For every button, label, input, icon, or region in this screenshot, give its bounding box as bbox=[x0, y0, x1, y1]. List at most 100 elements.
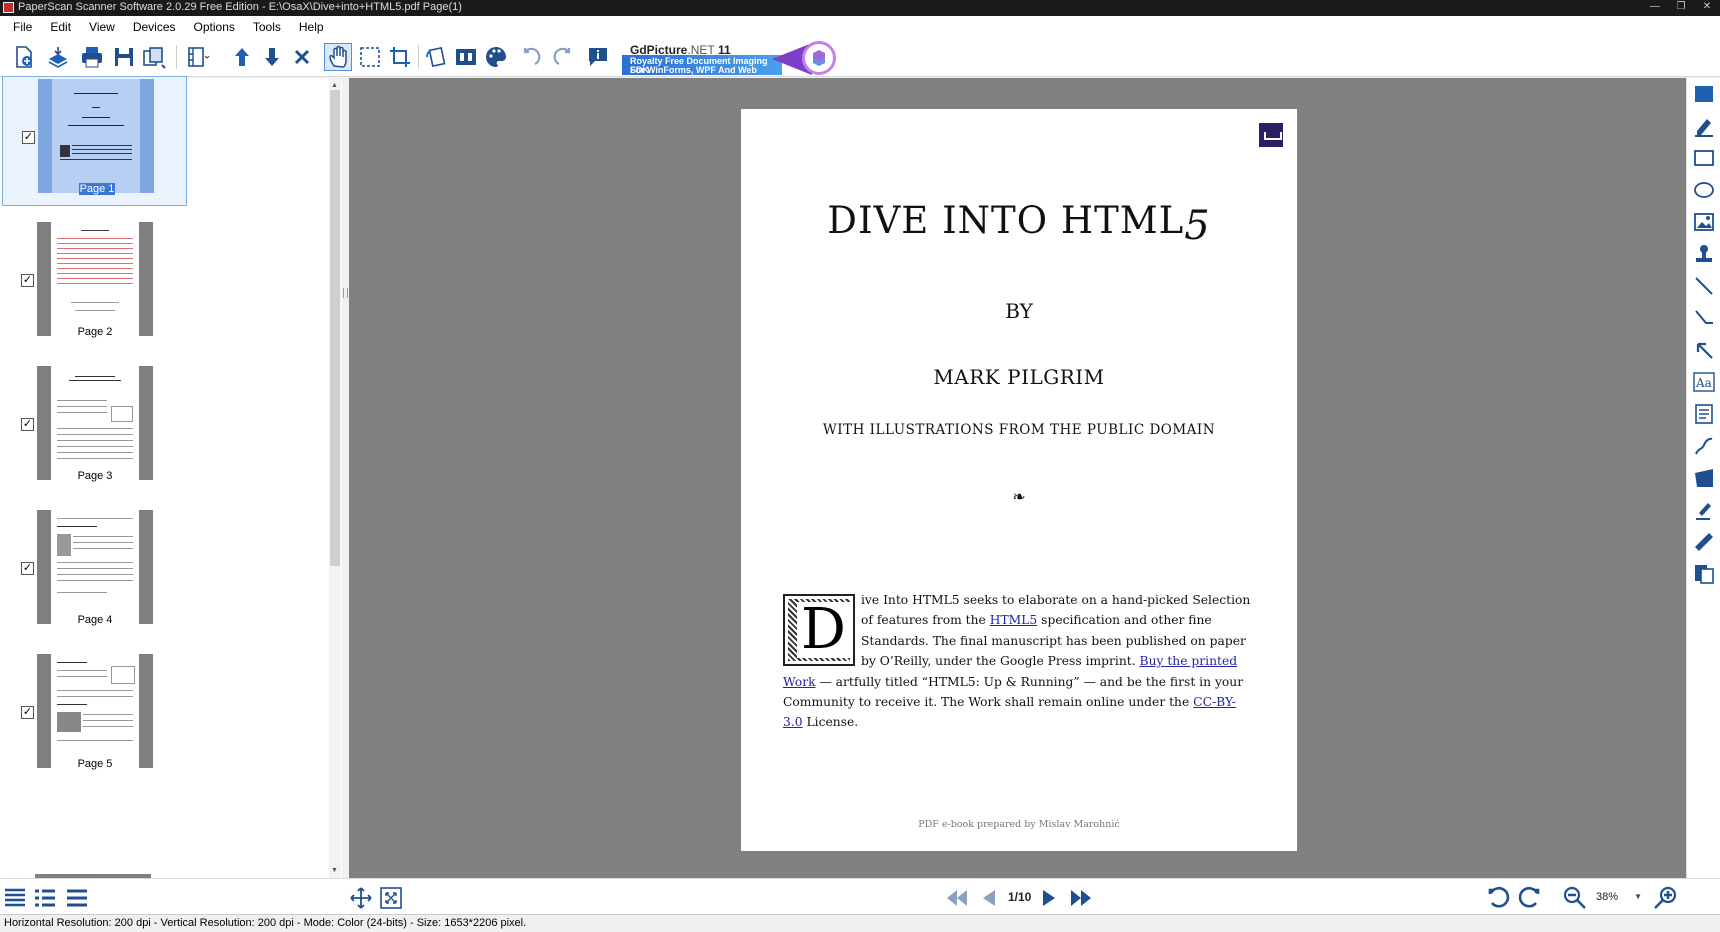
list-view-icon[interactable] bbox=[2, 885, 28, 911]
export-icon[interactable] bbox=[140, 43, 168, 71]
body-text-4: License. bbox=[802, 715, 859, 730]
attach-document-icon[interactable] bbox=[1692, 562, 1716, 586]
thumbnail-checkbox[interactable]: ✓ bbox=[21, 418, 34, 431]
menu-view[interactable]: View bbox=[80, 20, 124, 34]
menu-devices[interactable]: Devices bbox=[124, 20, 185, 34]
move-up-icon[interactable] bbox=[228, 43, 256, 71]
document-viewer[interactable]: DIVE INTO HTML5 BY MARK PILGRIM WITH ILL… bbox=[349, 78, 1686, 878]
scroll-up-icon[interactable]: ▲ bbox=[331, 82, 338, 89]
document-illustrations: WITH ILLUSTRATIONS FROM THE PUBLIC DOMAI… bbox=[822, 422, 1216, 438]
hand-tool-icon[interactable] bbox=[324, 43, 352, 71]
body-text-3: — artfully titled “HTML5: Up & Running” … bbox=[783, 674, 1244, 710]
menu-options[interactable]: Options bbox=[185, 20, 244, 34]
thumbnail-label: Page 2 bbox=[77, 326, 113, 338]
first-page-icon[interactable] bbox=[944, 885, 970, 911]
thumbnail-checkbox[interactable]: ✓ bbox=[21, 706, 34, 719]
image-icon[interactable] bbox=[1692, 210, 1716, 234]
acquire-scan-icon[interactable] bbox=[44, 43, 72, 71]
pen-icon[interactable] bbox=[1692, 498, 1716, 522]
zoom-select[interactable]: 38% ▼ bbox=[1592, 887, 1646, 907]
thumbnail-item[interactable]: ✓ Page 1 bbox=[2, 76, 187, 206]
next-page-icon[interactable] bbox=[1036, 885, 1062, 911]
window-title: PaperScan Scanner Software 2.0.29 Free E… bbox=[18, 1, 462, 13]
detail-list-icon[interactable] bbox=[32, 885, 58, 911]
close-icon[interactable]: ✕ bbox=[1694, 0, 1720, 16]
status-bar: Horizontal Resolution: 200 dpi - Vertica… bbox=[0, 914, 1720, 932]
thumbnail-sheet bbox=[51, 366, 139, 480]
crop-icon[interactable] bbox=[386, 43, 414, 71]
scroll-down-icon[interactable]: ▼ bbox=[331, 867, 338, 874]
menu-file[interactable]: File bbox=[4, 20, 41, 34]
splitter-grip[interactable] bbox=[343, 288, 348, 298]
menu-edit[interactable]: Edit bbox=[41, 20, 80, 34]
ad-title: GdPicture.NET 11 bbox=[630, 43, 731, 57]
ellipse-icon[interactable] bbox=[1692, 178, 1716, 202]
save-icon[interactable] bbox=[110, 43, 138, 71]
rectangle-icon[interactable] bbox=[1692, 146, 1716, 170]
polygon-icon[interactable] bbox=[1692, 466, 1716, 490]
thumbnail-checkbox[interactable]: ✓ bbox=[22, 131, 35, 144]
move-down-icon[interactable] bbox=[258, 43, 286, 71]
thumbnail-item[interactable]: ✓ Page 4 bbox=[2, 508, 187, 638]
zoom-out-icon[interactable] bbox=[1562, 885, 1588, 911]
color-palette-icon[interactable] bbox=[482, 43, 510, 71]
new-document-icon[interactable] bbox=[10, 43, 38, 71]
previous-page-icon[interactable] bbox=[976, 885, 1002, 911]
fit-to-window-icon[interactable] bbox=[348, 885, 374, 911]
document-author: MARK PILGRIM bbox=[933, 365, 1105, 389]
text-icon[interactable]: Aa bbox=[1692, 370, 1716, 394]
thumbnail-sheet bbox=[51, 222, 139, 336]
svg-text:Aa: Aa bbox=[1695, 376, 1712, 390]
scrollbar-thumb[interactable] bbox=[330, 90, 340, 566]
ruler-icon[interactable] bbox=[1692, 530, 1716, 554]
filled-rectangle-icon[interactable] bbox=[1692, 82, 1716, 106]
undo-icon[interactable] bbox=[518, 43, 546, 71]
info-icon[interactable] bbox=[584, 43, 612, 71]
print-icon[interactable] bbox=[78, 43, 106, 71]
thumbnail-image bbox=[37, 510, 153, 624]
line-icon[interactable] bbox=[1692, 274, 1716, 298]
minimize-icon[interactable]: — bbox=[1642, 0, 1668, 16]
select-area-icon[interactable] bbox=[356, 43, 384, 71]
maximize-icon[interactable]: ❐ bbox=[1668, 0, 1694, 16]
menu-help[interactable]: Help bbox=[290, 20, 333, 34]
delete-icon[interactable] bbox=[288, 43, 316, 71]
document-title-main: DIVE INTO HTML bbox=[827, 199, 1185, 242]
last-page-icon[interactable] bbox=[1068, 885, 1094, 911]
thumbnail-item[interactable]: ✓ Page 5 bbox=[2, 652, 187, 782]
rotate-right-icon[interactable] bbox=[1516, 885, 1542, 911]
toolbar-separator bbox=[418, 45, 419, 69]
ad-version: 11 bbox=[718, 43, 731, 57]
connected-lines-icon[interactable] bbox=[1692, 306, 1716, 330]
zoom-in-icon[interactable] bbox=[1652, 885, 1678, 911]
thumbnail-label: Page 1 bbox=[79, 183, 115, 195]
fit-to-page-icon[interactable] bbox=[378, 885, 404, 911]
document-by: BY bbox=[1005, 299, 1033, 323]
document-title: DIVE INTO HTML5 bbox=[741, 197, 1297, 249]
thumbnail-label: Page 4 bbox=[77, 614, 113, 626]
filters-icon[interactable] bbox=[452, 43, 480, 71]
annotation-toolbar: Aa bbox=[1686, 78, 1720, 878]
gdpicture-ad-banner[interactable]: Royalty Free Document Imaging SDK For Wi… bbox=[622, 41, 842, 75]
highlighter-icon[interactable] bbox=[1692, 114, 1716, 138]
thumbnail-checkbox[interactable]: ✓ bbox=[21, 274, 34, 287]
thumbnail-checkbox[interactable]: ✓ bbox=[21, 562, 34, 575]
menu-tools[interactable]: Tools bbox=[244, 20, 290, 34]
ad-logo-icon bbox=[802, 41, 836, 75]
panel-splitter[interactable] bbox=[342, 78, 349, 878]
thumbnail-label: Page 3 bbox=[77, 470, 113, 482]
arrow-icon[interactable] bbox=[1692, 338, 1716, 362]
redo-icon[interactable] bbox=[548, 43, 576, 71]
stamp-icon[interactable] bbox=[1692, 242, 1716, 266]
thumbnail-scrollbar[interactable]: ▲ ▼ bbox=[329, 78, 341, 878]
document-page: DIVE INTO HTML5 BY MARK PILGRIM WITH ILL… bbox=[741, 109, 1297, 851]
thumbnail-item[interactable]: ✓ Page 2 bbox=[2, 220, 187, 350]
thumbnail-item[interactable]: ✓ Page 3 bbox=[2, 364, 187, 494]
html5-link[interactable]: HTML5 bbox=[990, 613, 1038, 627]
rotate-page-icon[interactable] bbox=[422, 43, 450, 71]
freehand-icon[interactable] bbox=[1692, 434, 1716, 458]
layout-icon[interactable] bbox=[184, 43, 212, 71]
rotate-left-icon[interactable] bbox=[1486, 885, 1512, 911]
sticky-note-icon[interactable] bbox=[1692, 402, 1716, 426]
compact-list-icon[interactable] bbox=[64, 885, 90, 911]
